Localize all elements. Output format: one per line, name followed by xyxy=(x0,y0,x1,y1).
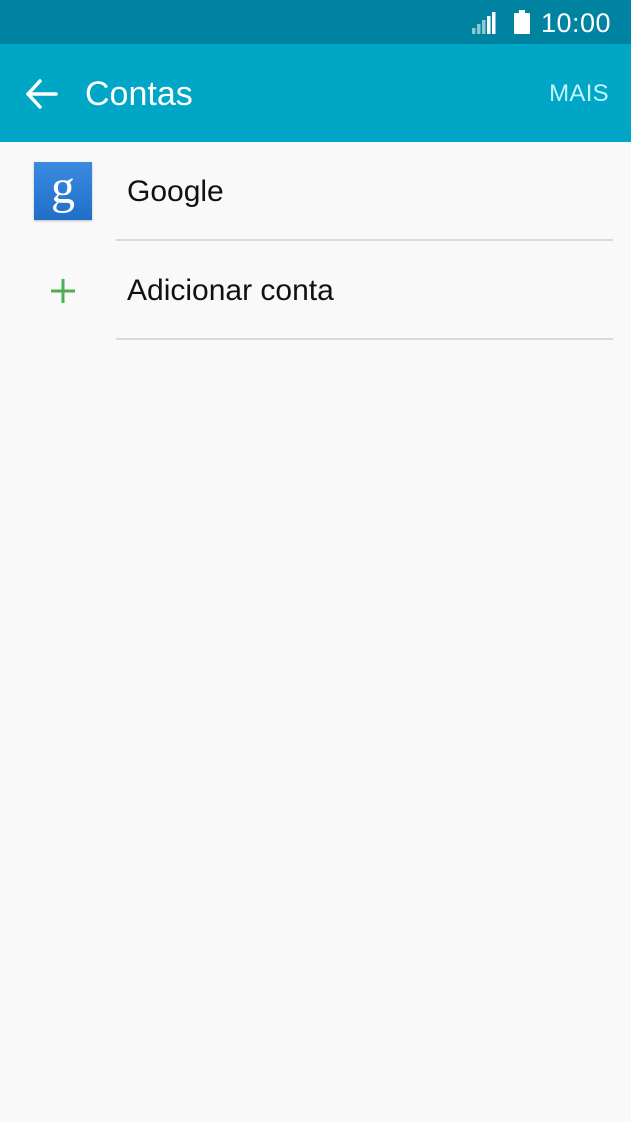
battery-icon xyxy=(514,10,530,34)
list-item-add-account[interactable]: Adicionar conta xyxy=(0,241,631,340)
app-bar: Contas MAIS xyxy=(0,44,631,142)
list-item-google[interactable]: g Google xyxy=(0,142,631,241)
status-time: 10:00 xyxy=(541,8,612,38)
page-title: Contas xyxy=(85,75,193,113)
plus-icon xyxy=(51,279,75,303)
arrow-back-icon xyxy=(26,79,58,109)
google-g-icon: g xyxy=(34,162,92,220)
list-item-label: Google xyxy=(127,175,224,208)
accounts-list: g Google Adicionar conta xyxy=(0,142,631,340)
more-button[interactable]: MAIS xyxy=(549,78,609,110)
list-item-label: Adicionar conta xyxy=(127,274,334,307)
divider xyxy=(116,338,613,340)
status-bar: 10:00 xyxy=(0,0,631,44)
google-g-glyph: g xyxy=(51,161,75,214)
cell-signal-icon xyxy=(472,12,496,34)
back-button[interactable] xyxy=(18,71,64,117)
